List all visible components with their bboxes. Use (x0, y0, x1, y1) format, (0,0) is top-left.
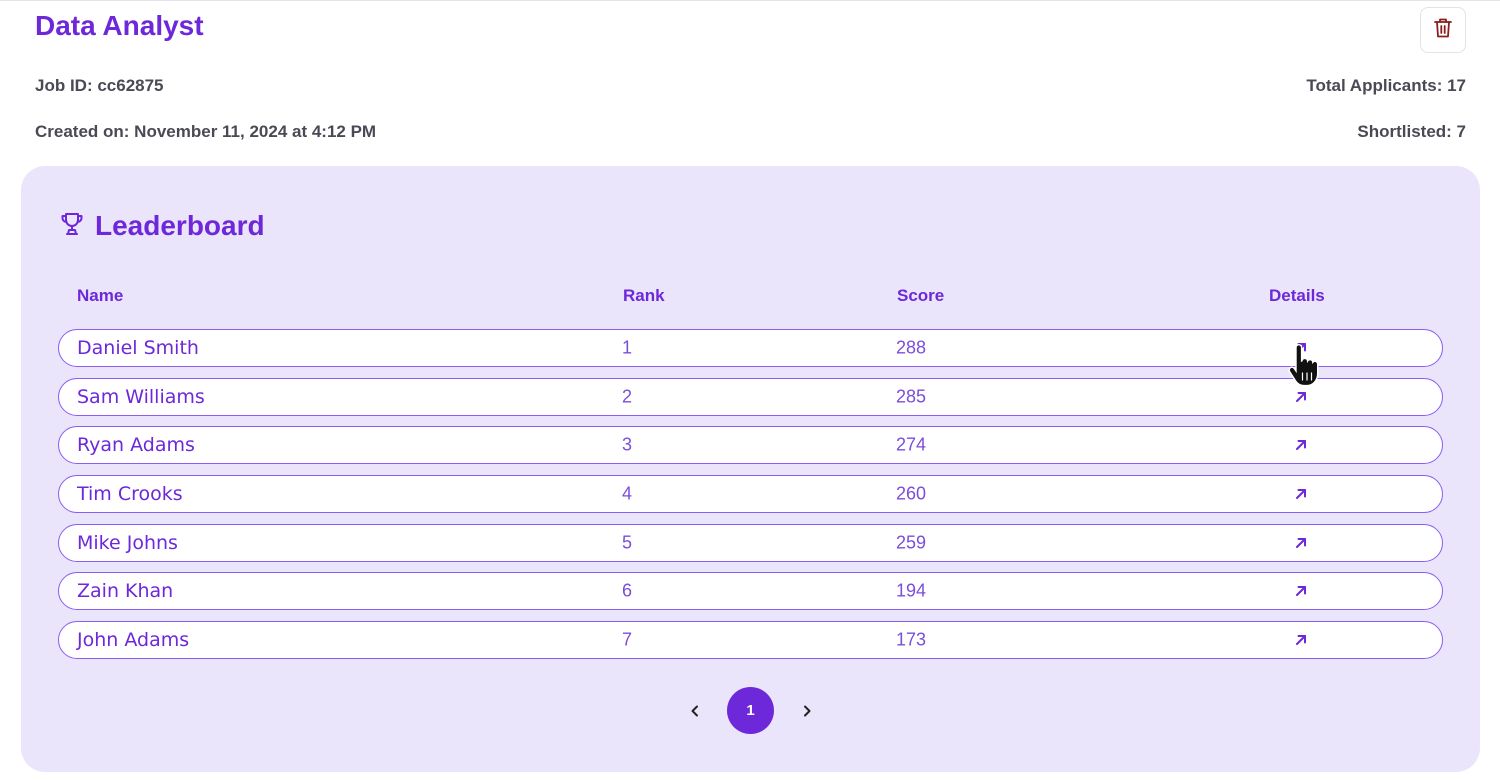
table-row[interactable]: Sam Williams 2 285 (58, 377, 1443, 416)
table-row[interactable]: John Adams 7 173 (58, 621, 1443, 660)
pagination: 1 (21, 687, 1480, 735)
arrow-up-right-icon[interactable] (1292, 436, 1310, 454)
applicant-rank: 2 (622, 386, 633, 407)
applicant-name: Daniel Smith (77, 337, 199, 359)
table-row[interactable]: Ryan Adams 3 274 (58, 426, 1443, 465)
applicant-score: 274 (896, 434, 927, 455)
top-divider (0, 0, 1500, 1)
applicant-name: Mike Johns (77, 531, 178, 554)
delete-job-button[interactable] (1420, 7, 1466, 53)
applicant-score: 259 (896, 532, 927, 553)
created-date: Created on: November 11, 2024 at 4:12 PM (35, 122, 377, 141)
column-header-score[interactable]: Score (897, 286, 944, 306)
leaderboard-rows: Daniel Smith 1 288 Sam Williams 2 285 Ry… (58, 329, 1443, 670)
applicant-name: Zain Khan (77, 580, 174, 603)
page-button-current[interactable]: 1 (727, 687, 774, 734)
chevron-right-icon[interactable] (795, 699, 819, 723)
applicant-name: Sam Williams (77, 385, 205, 408)
trophy-icon (59, 211, 85, 242)
leaderboard-header: Leaderboard (59, 210, 265, 242)
total-applicants: Total Applicants: 17 (1306, 76, 1466, 95)
table-row[interactable]: Mike Johns 5 259 (58, 523, 1443, 562)
chevron-left-icon[interactable] (683, 699, 707, 723)
applicant-score: 260 (896, 483, 927, 504)
applicant-score: 285 (896, 386, 927, 407)
leaderboard-panel: Leaderboard Name Rank Score Details Dani… (21, 166, 1480, 772)
column-header-name[interactable]: Name (77, 286, 123, 306)
table-row[interactable]: Zain Khan 6 194 (58, 572, 1443, 611)
shortlisted-count: Shortlisted: 7 (1357, 122, 1466, 141)
arrow-up-right-icon[interactable] (1292, 485, 1310, 503)
arrow-up-right-icon[interactable] (1292, 534, 1310, 552)
table-row[interactable]: Tim Crooks 4 260 (58, 475, 1443, 514)
job-detail-page: Data Analyst Job ID: cc62875 Created on:… (0, 0, 1500, 780)
applicant-score: 173 (896, 629, 927, 650)
leaderboard-title: Leaderboard (95, 210, 265, 241)
applicant-rank: 1 (622, 337, 633, 358)
trash-icon (1433, 17, 1453, 44)
applicant-rank: 4 (622, 483, 633, 504)
table-row[interactable]: Daniel Smith 1 288 (58, 329, 1443, 367)
job-id: Job ID: cc62875 (35, 76, 164, 95)
applicant-score: 288 (896, 337, 927, 358)
applicant-score: 194 (896, 580, 927, 601)
arrow-up-right-icon[interactable] (1292, 582, 1310, 600)
applicant-rank: 7 (622, 629, 633, 650)
arrow-up-right-icon[interactable] (1292, 631, 1310, 649)
applicant-rank: 5 (622, 532, 633, 553)
job-title: Data Analyst (35, 10, 204, 41)
applicant-name: Tim Crooks (77, 483, 183, 506)
applicant-name: Ryan Adams (77, 434, 195, 457)
applicant-name: John Adams (77, 629, 190, 652)
applicant-rank: 3 (622, 434, 633, 455)
arrow-up-right-icon[interactable] (1292, 388, 1310, 406)
column-header-rank[interactable]: Rank (623, 286, 665, 306)
applicant-rank: 6 (622, 580, 633, 601)
arrow-up-right-icon[interactable] (1292, 339, 1310, 357)
column-header-details: Details (1269, 286, 1325, 305)
